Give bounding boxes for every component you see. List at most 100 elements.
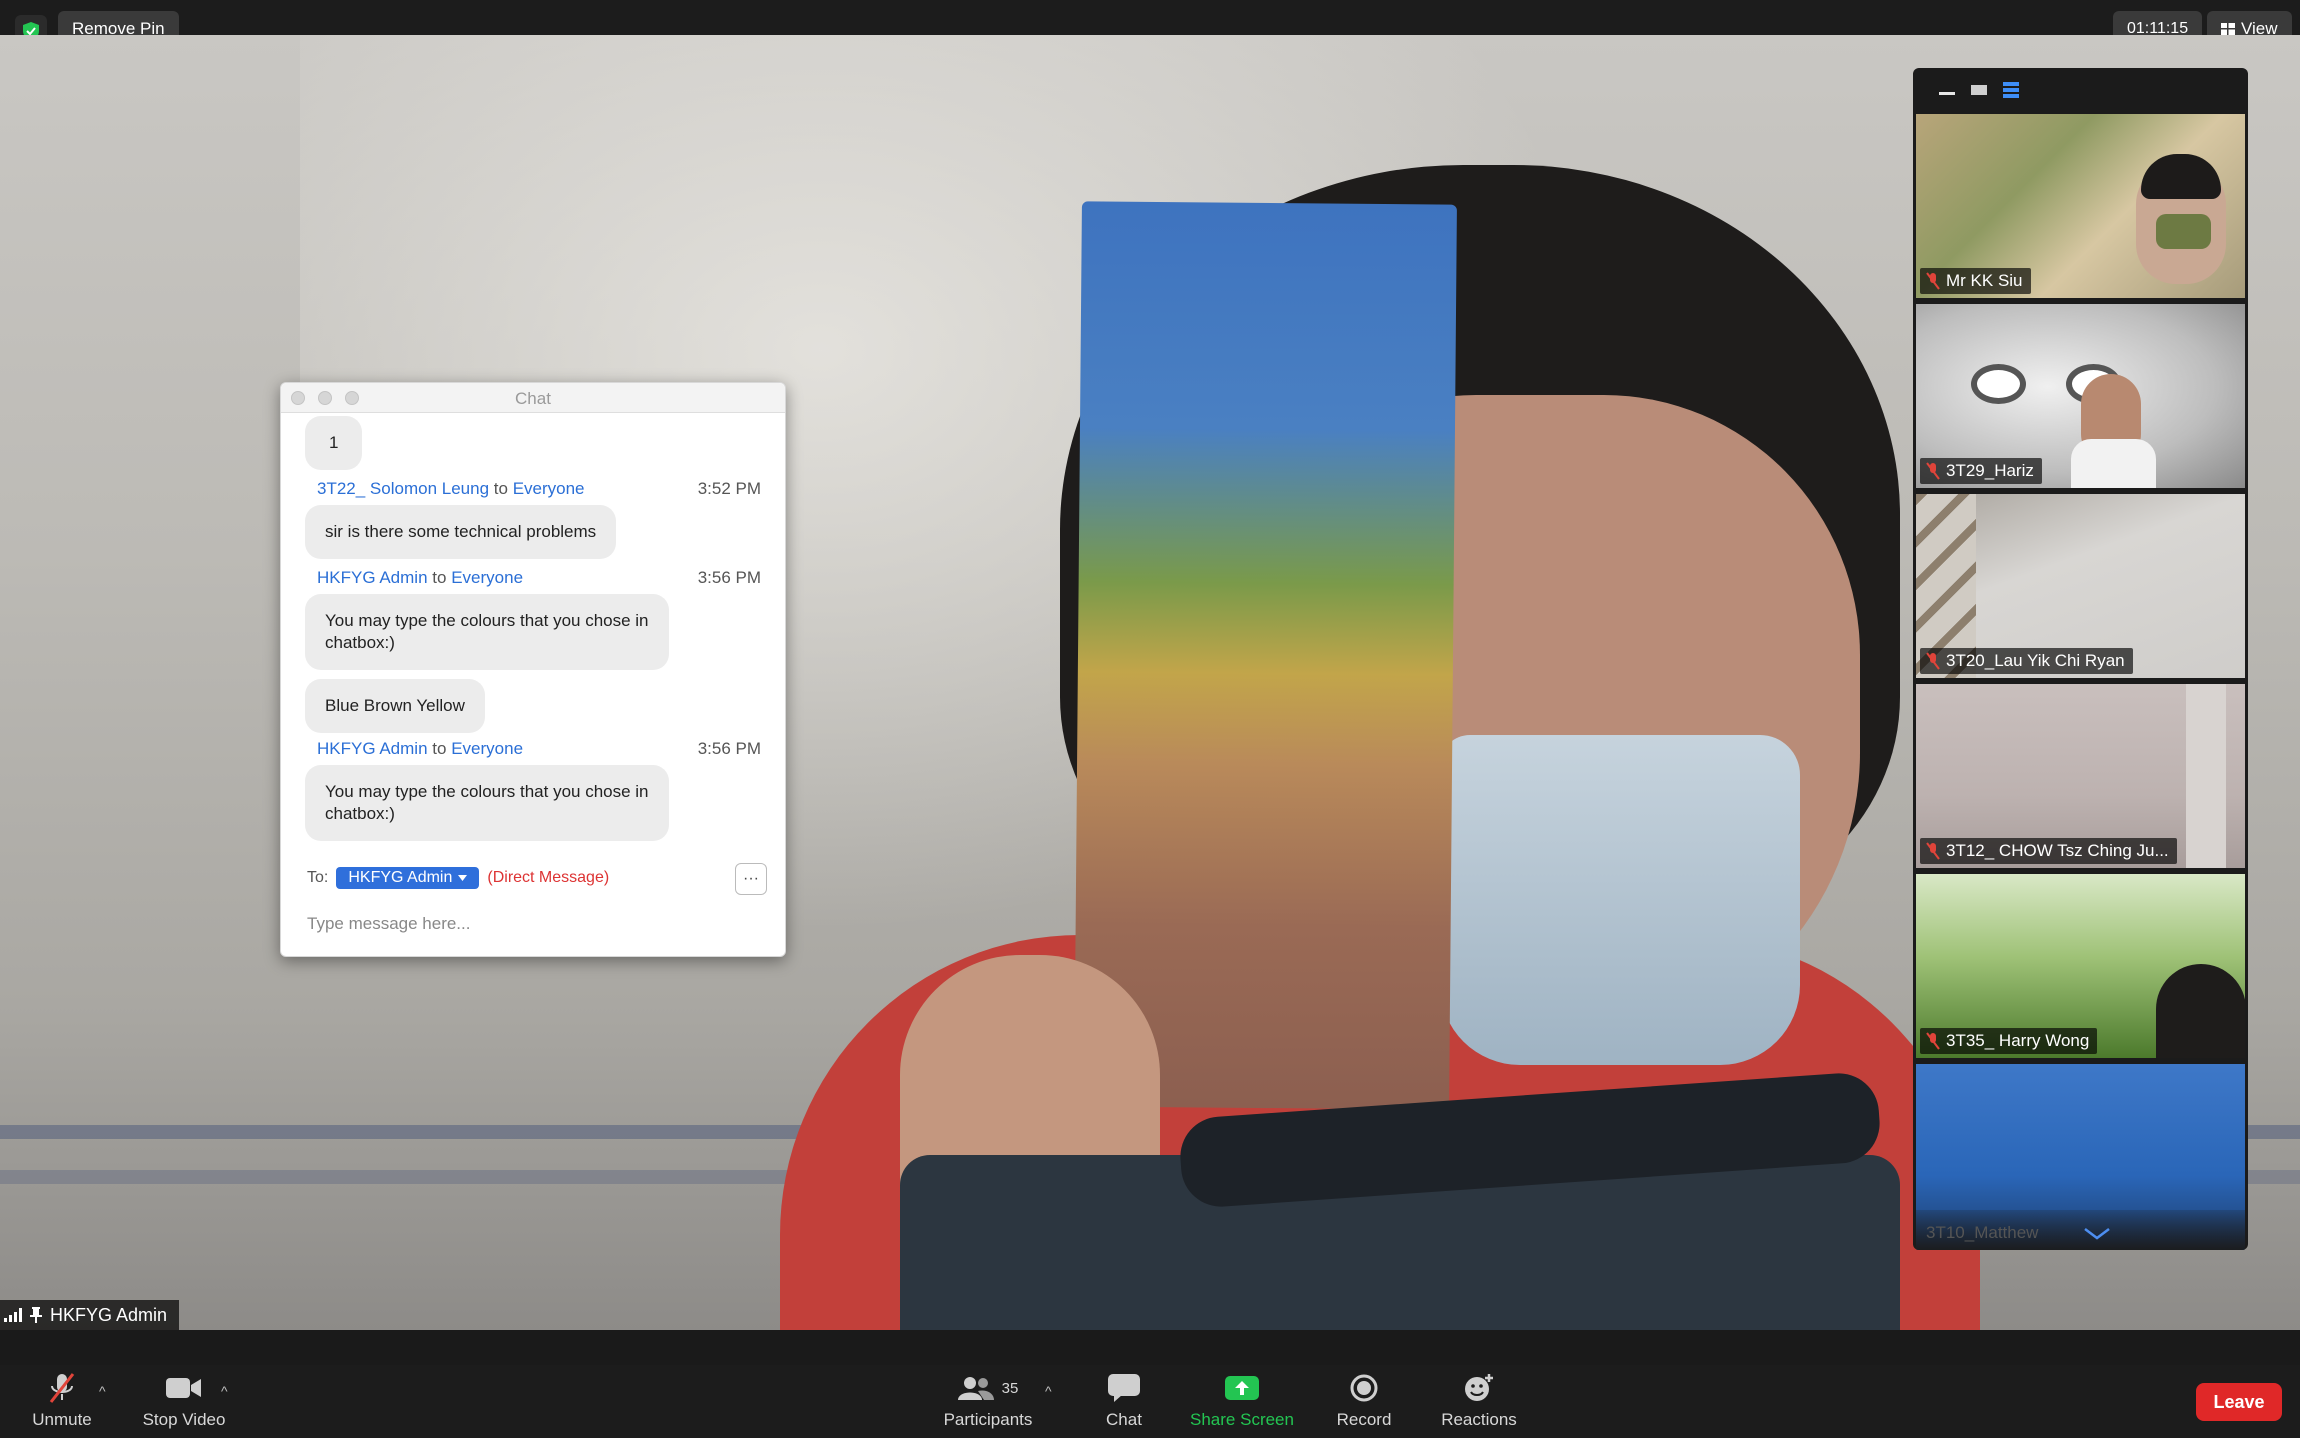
minimize-icon xyxy=(1939,92,1955,95)
chat-message-header: 3T22_ Solomon Leung to Everyone xyxy=(317,479,585,499)
participants-icon-group: 35 xyxy=(957,1370,1019,1406)
chat-message-header: HKFYG Admin to Everyone xyxy=(317,568,523,588)
chat-button[interactable]: Chat xyxy=(1084,1365,1164,1438)
chevron-down-icon xyxy=(458,875,468,881)
mic-off-icon xyxy=(1926,462,1940,480)
chat-to-word: to xyxy=(493,479,508,498)
participant-video-tile[interactable]: 3T10_Matthew xyxy=(1916,1064,2245,1250)
video-color-strip-card xyxy=(1074,201,1457,1110)
participant-name-label: 3T20_Lau Yik Chi Ryan xyxy=(1920,648,2133,674)
chat-message-bubble: Blue Brown Yellow xyxy=(305,679,485,733)
share-screen-button[interactable]: Share Screen xyxy=(1182,1365,1302,1438)
chat-sender[interactable]: HKFYG Admin xyxy=(317,568,428,587)
tile-door xyxy=(2186,684,2226,868)
active-speaker-name-badge: HKFYG Admin xyxy=(0,1300,180,1330)
participants-icon xyxy=(957,1377,994,1400)
chat-message-time: 3:56 PM xyxy=(697,739,761,758)
more-options-button[interactable]: ··· xyxy=(735,863,767,895)
unmute-label: Unmute xyxy=(32,1410,92,1429)
muted-mic-icon xyxy=(47,1370,77,1406)
minimize-videos-button[interactable] xyxy=(1939,84,1955,96)
participants-options-caret-icon[interactable]: ^ xyxy=(1045,1383,1052,1399)
pin-icon xyxy=(30,1307,42,1323)
stop-video-button[interactable]: Stop Video xyxy=(134,1365,234,1438)
to-label: To: xyxy=(307,869,329,886)
mic-off-icon xyxy=(1926,1032,1940,1050)
recipient-dropdown[interactable]: HKFYG Admin xyxy=(336,867,480,889)
tile-person-shirt xyxy=(2071,439,2156,488)
participants-count: 35 xyxy=(1001,1379,1019,1397)
participant-name-label: Mr KK Siu xyxy=(1920,268,2031,294)
participant-name-label: 3T35_ Harry Wong xyxy=(1920,1028,2098,1054)
audio-options-caret-icon[interactable]: ^ xyxy=(99,1383,106,1399)
reactions-icon xyxy=(1463,1370,1495,1406)
gallery-panel: Mr KK Siu 3T29_Hariz 3T20_Lau Yik Chi Ry… xyxy=(1913,68,2248,1250)
chat-message-line: chatbox:) xyxy=(325,804,395,823)
mic-off-icon xyxy=(1926,272,1940,290)
chat-recipient-row: To: HKFYG Admin (Direct Message) xyxy=(307,867,609,889)
chat-message-line: chatbox:) xyxy=(325,633,395,652)
video-face-mask xyxy=(1440,735,1800,1065)
gallery-strip-button[interactable] xyxy=(2003,82,2019,98)
chat-recipient[interactable]: Everyone xyxy=(451,739,523,758)
tile-person-hair xyxy=(2156,964,2245,1058)
unmute-button[interactable]: Unmute xyxy=(22,1365,102,1438)
signal-strength-icon xyxy=(4,1308,22,1322)
scroll-down-chevron-icon[interactable] xyxy=(2084,1228,2110,1240)
active-speaker-button[interactable] xyxy=(1971,84,1987,96)
participant-video-tile[interactable]: 3T20_Lau Yik Chi Ryan xyxy=(1916,494,2245,678)
chat-message-line: You may type the colours that you chose … xyxy=(325,611,649,630)
chat-to-word: to xyxy=(432,568,447,587)
tile-filter-eye xyxy=(1971,364,2026,404)
participant-name: Mr KK Siu xyxy=(1946,271,2023,290)
chat-message-line: You may type the colours that you chose … xyxy=(325,782,649,801)
chat-bubble-icon xyxy=(1108,1370,1140,1406)
participant-name-label: 3T12_ CHOW Tsz Ching Ju... xyxy=(1920,838,2177,864)
zoom-meeting-window: Remove Pin 01:11:15 View Chat 1 3T22_ So… xyxy=(0,0,2300,1438)
chat-message-header: HKFYG Admin to Everyone xyxy=(317,739,523,759)
chat-titlebar[interactable]: Chat xyxy=(281,383,785,413)
participants-label: Participants xyxy=(943,1410,1033,1429)
chat-message-bubble: You may type the colours that you chose … xyxy=(305,765,669,841)
record-label: Record xyxy=(1336,1410,1392,1429)
participant-name: 3T12_ CHOW Tsz Ching Ju... xyxy=(1946,841,2169,860)
chat-window: Chat 1 3T22_ Solomon Leung to Everyone 3… xyxy=(280,382,786,957)
participants-button[interactable]: 35 Participants xyxy=(938,1365,1038,1438)
mic-off-icon xyxy=(1926,652,1940,670)
participant-name: 3T20_Lau Yik Chi Ryan xyxy=(1946,651,2125,670)
video-options-caret-icon[interactable]: ^ xyxy=(221,1383,228,1399)
participant-name: 3T35_ Harry Wong xyxy=(1946,1031,2090,1050)
meeting-toolbar: Unmute ^ Stop Video ^ 35 Participants ^ … xyxy=(0,1365,2300,1438)
gallery-grid-icon xyxy=(2221,23,2235,35)
mic-off-icon xyxy=(1926,842,1940,860)
share-screen-label: Share Screen xyxy=(1190,1410,1294,1429)
chat-sender[interactable]: HKFYG Admin xyxy=(317,739,428,758)
chat-label: Chat xyxy=(1106,1410,1142,1429)
chat-message-input[interactable] xyxy=(307,907,761,941)
participant-name: 3T10_Matthew xyxy=(1926,1223,2039,1242)
participant-name-label: 3T29_Hariz xyxy=(1920,458,2042,484)
participant-name: 3T29_Hariz xyxy=(1946,461,2034,480)
participant-video-tile[interactable]: Mr KK Siu xyxy=(1916,114,2245,298)
leave-meeting-button[interactable]: Leave xyxy=(2196,1383,2282,1421)
participant-video-tile[interactable]: 3T29_Hariz xyxy=(1916,304,2245,488)
chat-to-word: to xyxy=(432,739,447,758)
chat-recipient[interactable]: Everyone xyxy=(451,568,523,587)
chat-sender[interactable]: 3T22_ Solomon Leung xyxy=(317,479,489,498)
participant-video-tile[interactable]: 3T35_ Harry Wong xyxy=(1916,874,2245,1058)
video-camera-icon xyxy=(166,1370,202,1406)
tile-person-mask xyxy=(2156,214,2211,249)
chat-recipient[interactable]: Everyone xyxy=(513,479,585,498)
top-bar: Remove Pin 01:11:15 View xyxy=(0,0,2300,47)
chat-message-bubble: You may type the colours that you chose … xyxy=(305,594,669,670)
chat-message-bubble: sir is there some technical problems xyxy=(305,505,617,559)
chat-message-time: 3:52 PM xyxy=(697,479,761,498)
share-screen-icon xyxy=(1225,1370,1259,1406)
participant-video-tile[interactable]: 3T12_ CHOW Tsz Ching Ju... xyxy=(1916,684,2245,868)
record-button[interactable]: Record xyxy=(1324,1365,1404,1438)
tile-person-hair xyxy=(2141,154,2221,199)
reactions-button[interactable]: Reactions xyxy=(1430,1365,1528,1438)
gallery-controls xyxy=(1913,68,2248,112)
chat-message-time: 3:56 PM xyxy=(697,568,761,587)
recipient-dropdown-label: HKFYG Admin xyxy=(348,869,453,886)
